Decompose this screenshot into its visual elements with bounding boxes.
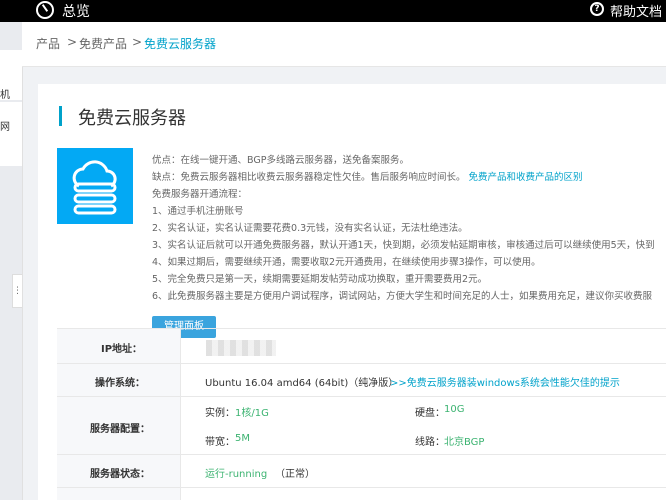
os-label: 操作系统： [95, 378, 145, 389]
table-divider [57, 487, 666, 488]
os-value: Ubuntu 16.04 amd64 (64bit)（纯净版） [205, 378, 399, 389]
sidebar-item-2[interactable] [0, 102, 22, 166]
disk-label: 硬盘： [415, 408, 445, 419]
status-value: 运行-running [205, 469, 268, 480]
title-accent-bar [59, 106, 62, 126]
top-bar: 总览 ? 帮助文档 [0, 0, 666, 22]
desc-step-5: 5、完全免费只是第一天，续期需要延期发帖劳动成功换取，重开需要费用2元。 [152, 274, 488, 285]
desc-disadvantages-text: 缺点：免费云服务器相比收费云服务器稳定性欠佳。售后服务响应时间长。 [152, 172, 466, 183]
config-label: 服务器配置： [90, 424, 150, 435]
desc-step-4: 4、如果过期后，需要继续开通，需要收取2元开通费用，在继续使用步骤3操作，可以使… [152, 257, 541, 268]
table-divider [57, 396, 666, 397]
instance-value: 1核/1G [235, 408, 269, 419]
breadcrumb-separator: > [132, 35, 143, 49]
ip-value-redacted [206, 340, 276, 356]
logo-icon[interactable] [36, 1, 54, 19]
ip-label: IP地址： [101, 344, 143, 355]
breadcrumb-separator: > [67, 35, 78, 49]
table-divider [180, 328, 181, 500]
sidebar-item-1-label: 机 [0, 90, 10, 101]
breadcrumb: 产品 > 免费产品 > 免费云服务器 [22, 22, 666, 67]
left-sidebar: 机 网 ⋮ [0, 22, 23, 500]
table-divider [57, 328, 666, 329]
table-divider [57, 454, 666, 455]
table-divider [57, 363, 666, 364]
page-title: 免费云服务器 [78, 108, 186, 129]
sidebar-collapse-handle[interactable]: ⋮ [12, 274, 22, 308]
cloud-server-icon [57, 148, 133, 224]
sidebar-item-2-label: 网 [0, 122, 10, 133]
desc-step-1: 1、通过手机注册账号 [152, 206, 244, 217]
bandwidth-label: 带宽： [205, 437, 235, 448]
status-note: （正常） [275, 469, 315, 480]
free-vs-paid-link[interactable]: 免费产品和收费产品的区别 [469, 172, 583, 183]
desc-advantages: 优点：在线一键开通、BGP多线路云服务器，送免备案服务。 [152, 155, 409, 166]
bandwidth-value: 5M [235, 433, 250, 444]
instance-label: 实例： [205, 408, 235, 419]
desc-step-6: 6、此免费服务器主要是方便用户调试程序，调试网站，方便大学生和时间充足的人士，如… [152, 291, 653, 302]
desc-disadvantages: 缺点：免费云服务器相比收费云服务器稳定性欠佳。售后服务响应时间长。 免费产品和收… [152, 169, 583, 183]
disk-value: 10G [444, 404, 465, 415]
breadcrumb-products[interactable]: 产品 [36, 35, 60, 52]
status-label: 服务器状态： [90, 469, 150, 480]
help-docs-link[interactable]: 帮助文档 [610, 1, 662, 20]
overview-title[interactable]: 总览 [62, 1, 90, 21]
breadcrumb-free-products[interactable]: 免费产品 [79, 35, 127, 52]
breadcrumb-free-cloud-server: 免费云服务器 [144, 37, 217, 51]
line-value: 北京BGP [444, 437, 485, 448]
desc-process-title: 免费服务器开通流程： [152, 189, 248, 200]
line-label: 线路： [415, 437, 445, 448]
server-info-table: IP地址： 操作系统： Ubuntu 16.04 amd64 (64bit)（纯… [57, 328, 666, 500]
desc-step-2: 2、实名认证，实名认证需要花费0.3元钱，没有实名认证，无法杜绝违法。 [152, 223, 468, 234]
windows-tip-link[interactable]: >>免费云服务器装windows系统会性能欠佳的提示 [390, 374, 620, 389]
desc-step-3: 3、实名认证后就可以开通免费服务器，默认开通1天，快到期，必须发帖延期审核，审核… [152, 240, 655, 251]
help-icon[interactable]: ? [590, 2, 604, 16]
